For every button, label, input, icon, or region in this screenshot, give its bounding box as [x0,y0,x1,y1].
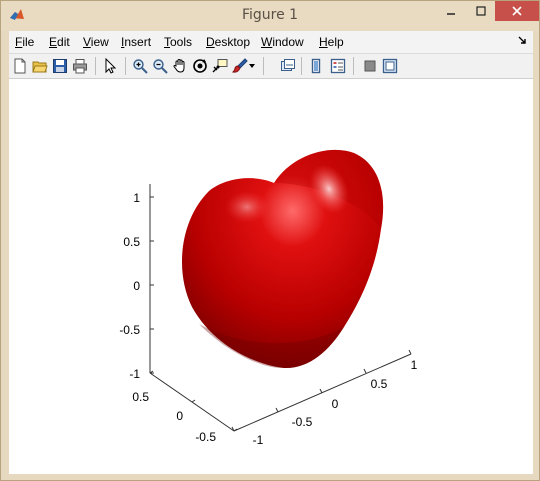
z-tick-labels: 1 0.5 0 -0.5 -1 [119,191,140,381]
z-tick-label: -1 [129,367,140,381]
x-tick-label: 0 [332,397,339,411]
title-bar[interactable]: Figure 1 [1,1,539,31]
z-tick-label: 0.5 [123,235,140,249]
plot-area[interactable]: 1 0.5 0 -0.5 -1 0.5 0 -0.5 -1 -0.5 0 0.5… [9,79,533,474]
dock-arrow-icon[interactable] [518,36,527,48]
menu-desktop[interactable]: Desktop [206,35,250,49]
minimize-icon [446,13,455,15]
hide-plot-tools-icon[interactable] [361,57,379,75]
zoom-out-icon[interactable] [151,57,169,75]
close-button[interactable] [495,1,539,21]
heart-highlight [225,191,269,223]
pan-hand-icon[interactable] [171,57,189,75]
save-icon[interactable] [51,57,69,75]
toolbar-separator [95,57,96,75]
menu-help[interactable]: Help [319,35,344,49]
data-cursor-icon[interactable] [211,57,229,75]
menu-window[interactable]: Window [261,35,304,49]
menu-view[interactable]: View [83,35,109,49]
zoom-in-icon[interactable] [131,57,149,75]
x-tick-label: -1 [253,433,264,447]
y-tick-label: -0.5 [195,430,216,444]
x-tick [319,388,323,394]
y-tick [191,399,196,403]
edit-plot-arrow-icon[interactable] [101,57,119,75]
maximize-button[interactable] [467,1,494,21]
x-tick [408,349,412,355]
maximize-icon [475,6,486,16]
figure-toolbar [9,54,533,79]
y-tick-label: 0 [176,409,183,423]
print-icon[interactable] [71,57,89,75]
x-tick-label: 1 [411,358,418,372]
show-plot-tools-icon[interactable] [381,57,399,75]
menu-edit[interactable]: Edit [49,35,70,49]
x-tick [275,407,279,413]
x-tick-label: 0.5 [371,377,388,391]
x-tick-label: -0.5 [292,415,313,429]
x-tick [363,368,367,374]
x-axis-line [233,353,412,432]
menu-tools[interactable]: Tools [164,35,192,49]
minimize-button[interactable] [437,1,464,21]
heart-surface[interactable] [181,149,384,369]
z-tick-label: 1 [133,191,140,205]
z-tick-label: 0 [133,279,140,293]
new-figure-icon[interactable] [11,57,29,75]
open-file-icon[interactable] [31,57,49,75]
toolbar-separator [125,57,126,75]
z-tick-label: -0.5 [119,323,140,337]
close-icon [512,6,522,16]
figure-window: Figure 1 File Edit View Insert Tools Des… [0,0,540,481]
link-plot-icon[interactable] [279,57,297,75]
axes-3d[interactable]: 1 0.5 0 -0.5 -1 0.5 0 -0.5 -1 -0.5 0 0.5… [9,79,533,474]
rotate-3d-icon[interactable] [191,57,209,75]
insert-colorbar-icon[interactable] [307,57,325,75]
insert-legend-icon[interactable] [329,57,347,75]
menu-insert[interactable]: Insert [121,35,151,49]
y-tick-labels: 0.5 0 -0.5 [132,390,216,444]
toolbar-separator [353,57,354,75]
y-tick-label: 0.5 [132,390,149,404]
menu-file[interactable]: File [15,35,34,49]
brush-dropdown-icon[interactable] [247,57,257,75]
menu-bar: File Edit View Insert Tools Desktop Wind… [9,31,533,54]
toolbar-separator [263,57,264,75]
toolbar-separator [301,57,302,75]
x-tick-labels: -1 -0.5 0 0.5 1 [253,358,418,447]
